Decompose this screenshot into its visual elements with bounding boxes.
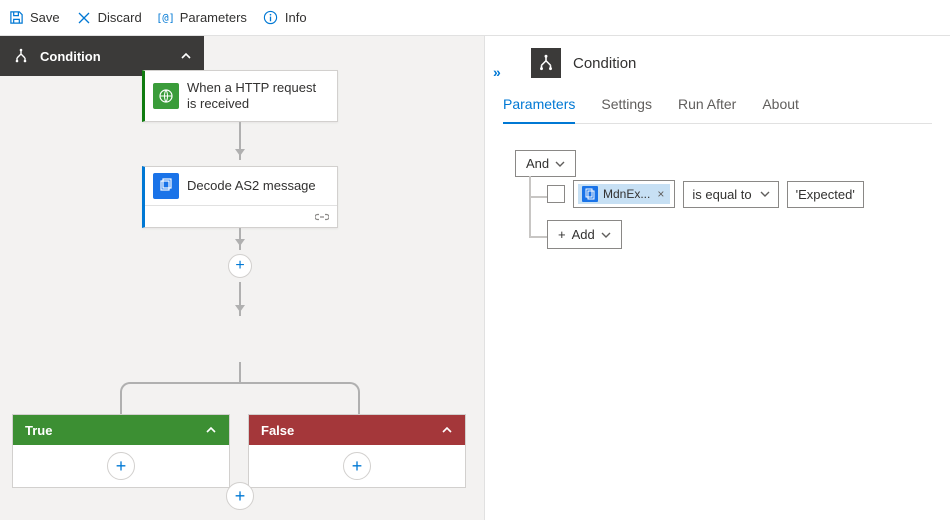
chevron-up-icon xyxy=(205,424,217,436)
flow-arrow xyxy=(239,282,241,316)
condition-row: MdnEx... × is equal to 'Expected' xyxy=(547,180,864,208)
trigger-node-http[interactable]: When a HTTP request is received xyxy=(142,70,338,122)
group-operator-label: And xyxy=(526,156,549,171)
remove-token-button[interactable]: × xyxy=(655,187,666,201)
add-action-true-button[interactable]: + xyxy=(107,452,135,480)
node-footer xyxy=(145,205,337,227)
details-panel: » Condition Parameters Settings Run Afte… xyxy=(485,36,950,520)
http-icon xyxy=(153,83,179,109)
tree-line xyxy=(529,196,547,198)
chevron-down-icon xyxy=(555,159,565,169)
flow-canvas[interactable]: When a HTTP request is received Decode A… xyxy=(0,36,485,520)
parameters-button[interactable]: [@] Parameters xyxy=(158,10,247,26)
trigger-label: When a HTTP request is received xyxy=(187,80,329,113)
flow-arrow xyxy=(239,228,241,250)
token-label: MdnEx... xyxy=(603,187,650,201)
link-icon xyxy=(315,212,329,222)
row-checkbox[interactable] xyxy=(547,185,565,203)
save-label: Save xyxy=(30,10,60,25)
operator-dropdown[interactable]: is equal to xyxy=(683,181,778,208)
copy-icon xyxy=(153,173,179,199)
parameters-icon: [@] xyxy=(158,10,174,26)
svg-text:[@]: [@] xyxy=(158,12,173,24)
add-label: Add xyxy=(572,227,595,242)
tab-run-after[interactable]: Run After xyxy=(678,96,736,123)
add-step-button[interactable]: + xyxy=(228,254,252,278)
save-button[interactable]: Save xyxy=(8,10,60,26)
tab-about[interactable]: About xyxy=(762,96,799,123)
save-icon xyxy=(8,10,24,26)
info-button[interactable]: Info xyxy=(263,10,307,26)
tab-settings[interactable]: Settings xyxy=(601,96,652,123)
document-icon xyxy=(582,186,598,202)
condition-builder: And MdnEx... × xyxy=(503,150,932,177)
chevron-down-icon xyxy=(760,189,770,199)
action-node-decode-as2[interactable]: Decode AS2 message xyxy=(142,166,338,228)
false-label: False xyxy=(261,423,294,438)
panel-title: Condition xyxy=(573,55,636,72)
expression-token[interactable]: MdnEx... × xyxy=(578,184,670,204)
condition-icon xyxy=(531,48,561,78)
discard-button[interactable]: Discard xyxy=(76,10,142,26)
group-operator-dropdown[interactable]: And xyxy=(515,150,576,177)
info-icon xyxy=(263,10,279,26)
toolbar: Save Discard [@] Parameters Info xyxy=(0,0,950,36)
decode-label: Decode AS2 message xyxy=(187,178,316,194)
tree-line xyxy=(529,176,531,236)
true-branch[interactable]: True + xyxy=(12,414,230,488)
discard-icon xyxy=(76,10,92,26)
info-label: Info xyxy=(285,10,307,25)
tab-parameters[interactable]: Parameters xyxy=(503,96,575,124)
chevron-down-icon xyxy=(601,230,611,240)
tree-line xyxy=(529,236,547,238)
chevron-up-icon xyxy=(441,424,453,436)
parameters-label: Parameters xyxy=(180,10,247,25)
panel-tabs: Parameters Settings Run After About xyxy=(503,96,932,124)
false-branch[interactable]: False + xyxy=(248,414,466,488)
left-operand-input[interactable]: MdnEx... × xyxy=(573,180,675,208)
right-operand-input[interactable]: 'Expected' xyxy=(787,181,864,208)
true-label: True xyxy=(25,423,52,438)
condition-icon xyxy=(12,47,30,65)
operator-label: is equal to xyxy=(692,187,751,202)
flow-arrow xyxy=(239,122,241,160)
collapse-panel-button[interactable]: » xyxy=(493,64,501,80)
main-split: When a HTTP request is received Decode A… xyxy=(0,36,950,520)
add-action-false-button[interactable]: + xyxy=(343,452,371,480)
chevron-up-icon xyxy=(180,50,192,62)
condition-label: Condition xyxy=(40,49,101,64)
branch-connector xyxy=(239,362,241,384)
branch-connector xyxy=(120,382,360,418)
discard-label: Discard xyxy=(98,10,142,25)
add-row: + Add xyxy=(547,220,622,249)
plus-icon: + xyxy=(558,227,566,242)
add-step-end-button[interactable]: + xyxy=(226,482,254,510)
add-condition-button[interactable]: + Add xyxy=(547,220,622,249)
